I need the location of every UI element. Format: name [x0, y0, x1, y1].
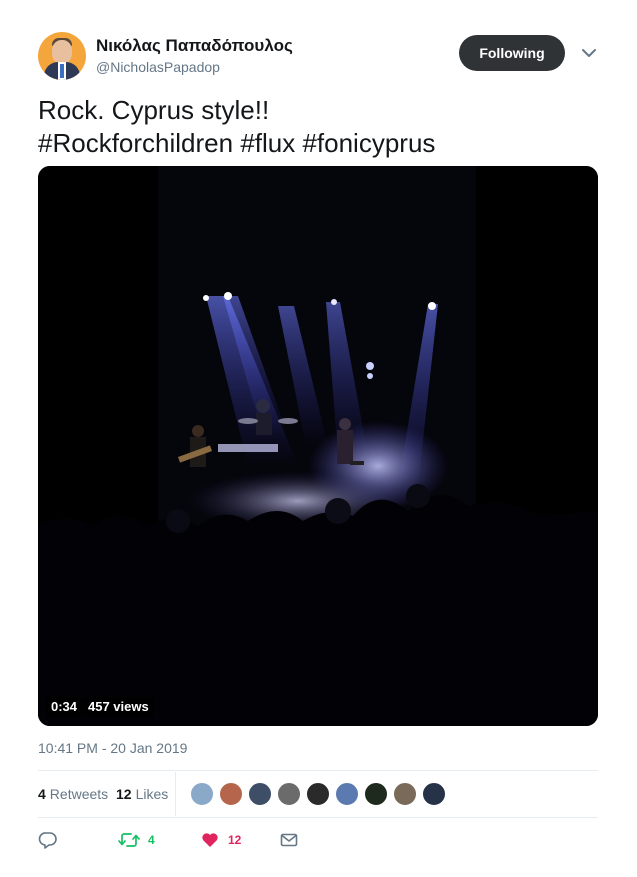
likes-stat[interactable]: 12 Likes	[116, 786, 168, 802]
liker-avatar[interactable]	[422, 782, 446, 806]
author-handle[interactable]: @NicholasPapadop	[96, 59, 220, 75]
retweets-count: 4	[38, 786, 46, 802]
like-action-count: 12	[228, 833, 242, 847]
direct-message-button[interactable]	[279, 828, 299, 852]
retweet-action-count: 4	[148, 833, 155, 847]
tweet-actions: 4 12	[38, 828, 598, 852]
video-player[interactable]: 0:34 457 views	[38, 166, 598, 726]
liker-avatar[interactable]	[219, 782, 243, 806]
liker-avatar[interactable]	[190, 782, 214, 806]
heart-icon	[202, 833, 218, 847]
liker-avatar[interactable]	[364, 782, 388, 806]
likes-count: 12	[116, 786, 132, 802]
like-button[interactable]: 12	[200, 828, 241, 852]
video-duration-badge: 0:34	[46, 697, 83, 717]
video-views-badge: 457 views	[83, 697, 154, 717]
tweet-text: Rock. Cyprus style!! #Rockforchildren #f…	[38, 94, 598, 160]
tweet-text-hashtags[interactable]: #Rockforchildren #flux #fonicyprus	[38, 127, 598, 160]
liker-avatar[interactable]	[393, 782, 417, 806]
author-display-name[interactable]: Νικόλας Παπαδόπουλος	[96, 36, 293, 56]
stats-separator	[175, 772, 176, 816]
retweets-stat[interactable]: 4 Retweets	[38, 786, 108, 802]
divider	[38, 770, 598, 771]
reply-icon	[38, 832, 57, 849]
reply-button[interactable]	[38, 828, 58, 852]
tweet-header: Νικόλας Παπαδόπουλος @NicholasPapadop Fo…	[38, 32, 603, 80]
divider	[38, 817, 598, 818]
tweet-timestamp[interactable]: 10:41 PM - 20 Jan 2019	[38, 740, 187, 756]
envelope-icon	[280, 833, 298, 847]
liker-avatar[interactable]	[248, 782, 272, 806]
liker-avatar[interactable]	[335, 782, 359, 806]
liker-avatar[interactable]	[306, 782, 330, 806]
retweet-icon	[118, 833, 140, 847]
liker-avatar[interactable]	[277, 782, 301, 806]
retweet-button[interactable]: 4	[118, 828, 155, 852]
following-button[interactable]: Following	[459, 35, 565, 71]
retweets-label: Retweets	[49, 786, 109, 802]
likes-label: Likes	[135, 786, 169, 802]
chevron-down-icon[interactable]	[580, 44, 598, 62]
tweet-text-line-1: Rock. Cyprus style!!	[38, 95, 270, 125]
tweet-stats: 4 Retweets 12 Likes	[38, 772, 598, 816]
video-frame	[38, 166, 598, 726]
author-avatar[interactable]	[38, 32, 86, 80]
